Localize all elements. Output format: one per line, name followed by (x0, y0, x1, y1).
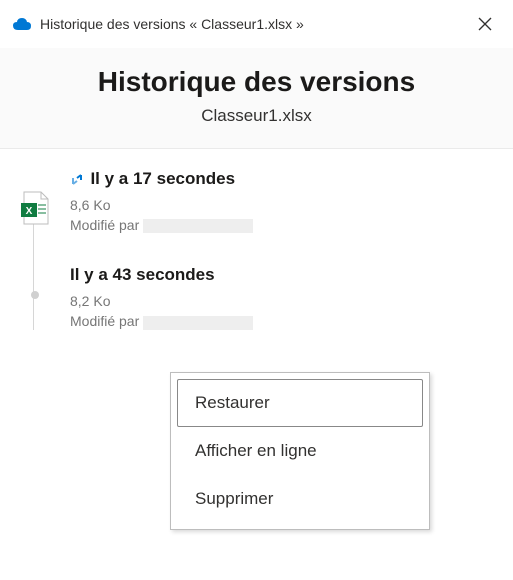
redacted-name (143, 316, 253, 330)
version-modified-by: Modifié par (70, 313, 493, 329)
title-bar-text: Historique des versions « Classeur1.xlsx… (40, 16, 461, 32)
close-icon (478, 17, 492, 31)
version-time: Il y a 43 secondes (70, 265, 493, 285)
excel-file-icon: X (21, 191, 49, 230)
version-item[interactable]: X Il y a 17 secondes 8,6 Ko Modi (20, 169, 493, 233)
header: Historique des versions Classeur1.xlsx (0, 48, 513, 149)
svg-text:X: X (26, 206, 33, 217)
version-list: X Il y a 17 secondes 8,6 Ko Modi (0, 149, 513, 330)
filename: Classeur1.xlsx (0, 106, 513, 126)
version-modified-by: Modifié par (70, 217, 493, 233)
menu-restore[interactable]: Restaurer (177, 379, 423, 427)
version-size: 8,2 Ko (70, 293, 493, 309)
redacted-name (143, 219, 253, 233)
version-item[interactable]: Il y a 43 secondes 8,2 Ko Modifié par (20, 265, 493, 329)
title-bar: Historique des versions « Classeur1.xlsx… (0, 0, 513, 48)
sync-indicator-icon (70, 173, 84, 187)
timeline-dot (31, 291, 39, 299)
version-time: Il y a 17 secondes (90, 169, 235, 188)
menu-delete[interactable]: Supprimer (177, 475, 423, 523)
version-size: 8,6 Ko (70, 197, 493, 213)
context-menu: Restaurer Afficher en ligne Supprimer (170, 372, 430, 530)
page-title: Historique des versions (0, 66, 513, 98)
menu-view-online[interactable]: Afficher en ligne (177, 427, 423, 475)
close-button[interactable] (469, 8, 501, 40)
onedrive-cloud-icon (12, 17, 32, 31)
